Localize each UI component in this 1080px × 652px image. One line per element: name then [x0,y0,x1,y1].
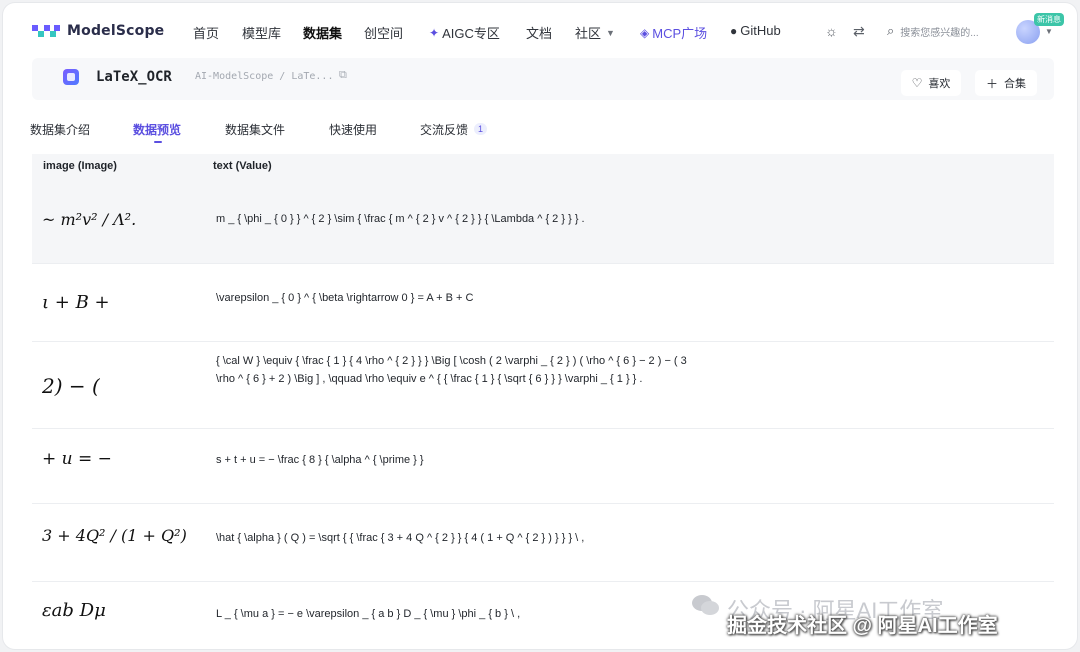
formula-text: L _ { \mu a } = − e \varepsilon _ { a b … [216,608,521,620]
nav-home[interactable]: 首页 [193,23,219,42]
add-collection-button[interactable]: ＋ 合集 [975,70,1037,96]
dataset-path[interactable]: AI-ModelScope / LaTe... [195,71,333,82]
logo-text: ModelScope [67,23,165,39]
tab-quickstart[interactable]: 快速使用 [329,121,377,138]
nav-models[interactable]: 模型库 [242,23,281,42]
copy-icon[interactable]: ⧉ [339,69,347,82]
table-row[interactable]: 2) − ( { \cal W } \equiv { \frac { 1 } {… [32,342,1054,429]
tab-files[interactable]: 数据集文件 [225,121,285,138]
like-label: 喜欢 [928,78,951,90]
chevron-down-icon: ▼ [606,27,615,38]
app-window: ModelScope 首页 模型库 数据集 创空间 ✦ AIGC专区 文档 社区… [3,3,1077,649]
collection-label: 合集 [1004,78,1026,90]
column-header-image: image (Image) [43,160,117,172]
nav-docs[interactable]: 文档 [526,23,552,42]
sparkle-icon: ✦ [429,25,440,40]
modelscope-logo-icon [32,25,60,37]
top-nav: ModelScope 首页 模型库 数据集 创空间 ✦ AIGC专区 文档 社区… [3,3,1077,59]
formula-image: ~ m²v² / Λ². [42,210,137,229]
nav-github[interactable]: ● GitHub [730,23,781,38]
table-row[interactable]: + u = − s + t + u = − \frac { 8 } { \alp… [32,429,1054,504]
nav-studios[interactable]: 创空间 [364,23,403,42]
like-button[interactable]: ♡ 喜欢 [901,70,961,96]
new-message-badge[interactable]: 新消息 [1034,13,1064,26]
theme-toggle-icon[interactable]: ☼ [825,23,838,39]
table-row[interactable]: ~ m²v² / Λ². m _ { \phi _ { 0 } } ^ { 2 … [32,188,1054,264]
formula-image: + u = − [42,449,112,469]
dataset-title: LaTeX_OCR [96,69,172,85]
nav-datasets[interactable]: 数据集 [303,23,342,42]
tab-feedback[interactable]: 交流反馈 [420,121,468,138]
dataset-icon [63,69,79,85]
nav-community-label: 社区 [575,26,602,41]
feedback-count-badge: 1 [474,123,488,135]
column-header-text: text (Value) [213,160,272,172]
nav-github-label: GitHub [740,23,781,38]
tab-intro[interactable]: 数据集介绍 [30,121,90,138]
formula-text: s + t + u = − \frac { 8 } { \alpha ^ { \… [216,454,424,466]
search-placeholder: 搜索您感兴趣的... [900,27,979,39]
table-header: image (Image) text (Value) [32,154,1054,188]
search-box[interactable]: ⌕ 搜索您感兴趣的... [887,23,979,39]
translate-icon[interactable]: ⇄ [853,23,865,40]
mcp-icon: ◈ [640,25,650,40]
formula-text: m _ { \phi _ { 0 } } ^ { 2 } \sim { \fra… [216,213,585,225]
github-icon: ● [730,23,738,38]
logo[interactable]: ModelScope [31,21,164,41]
active-tab-indicator [154,141,162,143]
heart-icon: ♡ [911,76,923,90]
search-icon: ⌕ [887,23,895,38]
nav-mcp-label: MCP广场 [652,26,708,41]
nav-aigc[interactable]: ✦ AIGC专区 [429,23,500,42]
formula-text: { \cal W } \equiv { \frac { 1 } { 4 \rho… [216,355,687,385]
formula-image: 3 + 4Q² / (1 + Q²) [42,526,187,545]
formula-text: \varepsilon _ { 0 } ^ { \beta \rightarro… [216,292,474,304]
table-row[interactable]: ι + B + \varepsilon _ { 0 } ^ { \beta \r… [32,264,1054,342]
formula-image: ι + B + [42,292,110,313]
nav-mcp[interactable]: ◈ MCP广场 [640,23,707,42]
preview-table: image (Image) text (Value) ~ m²v² / Λ². … [32,154,1054,649]
chevron-down-icon[interactable]: ▼ [1045,27,1053,36]
watermark-line-2: 掘金技术社区 @ 阿星AI工作室 [727,615,998,637]
nav-community[interactable]: 社区 ▼ [575,23,615,42]
plus-icon: ＋ [985,76,998,91]
dataset-header: LaTeX_OCR AI-ModelScope / LaTe... ⧉ ♡ 喜欢… [32,58,1054,100]
table-row[interactable]: 3 + 4Q² / (1 + Q²) \hat { \alpha } ( Q )… [32,504,1054,582]
formula-image: εab Dμ [42,600,106,621]
formula-text: \hat { \alpha } ( Q ) = \sqrt { { \frac … [216,532,585,544]
formula-image: 2) − ( [42,374,100,398]
wechat-icon [692,595,719,615]
nav-aigc-label: AIGC专区 [442,26,500,41]
tab-preview[interactable]: 数据预览 [133,121,181,138]
